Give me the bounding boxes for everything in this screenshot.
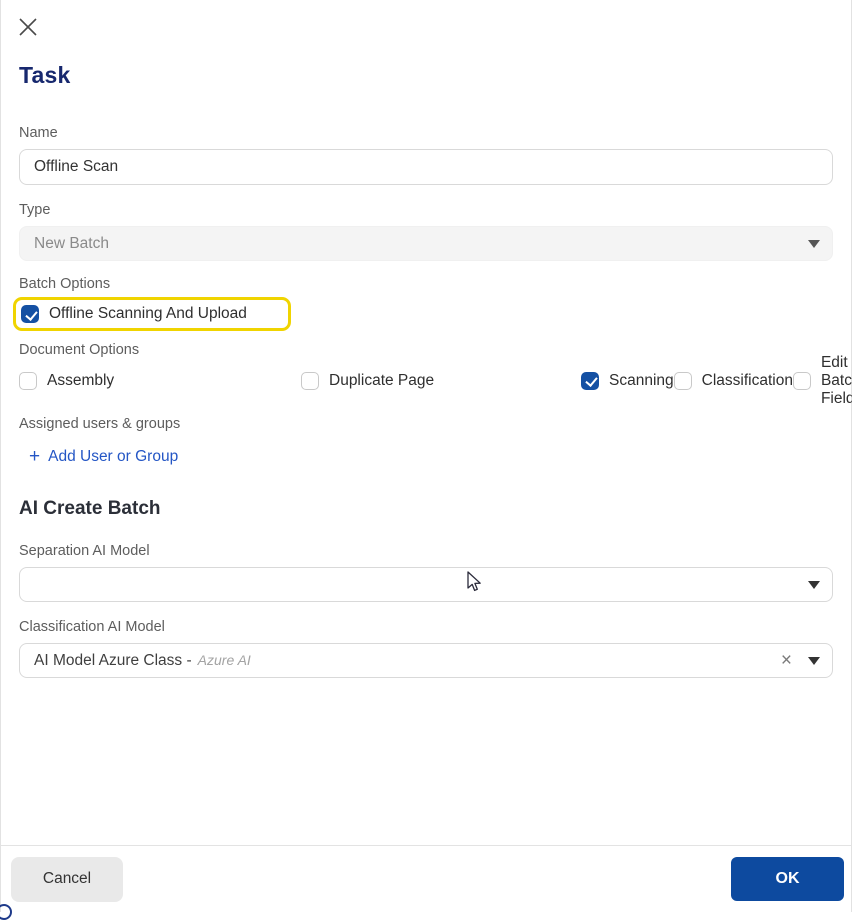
duplicate-page-label: Duplicate Page	[329, 371, 435, 389]
classification-ai-model-select[interactable]: AI Model Azure Class - Azure AI ×	[19, 643, 833, 678]
chevron-down-icon	[808, 239, 820, 248]
type-select[interactable]: New Batch	[19, 226, 833, 261]
separation-ai-model-label: Separation AI Model	[19, 543, 150, 559]
cancel-button[interactable]: Cancel	[11, 856, 123, 902]
batch-options-label: Batch Options	[19, 276, 111, 292]
ok-button[interactable]: OK	[731, 857, 844, 901]
batch-option-highlight: Offline Scanning And Upload	[13, 297, 291, 331]
chevron-down-icon	[808, 656, 820, 665]
classification-ai-model-label: Classification AI Model	[19, 619, 165, 635]
assembly-checkbox[interactable]	[19, 371, 37, 390]
scanning-label: Scanning	[609, 371, 674, 389]
separation-ai-model-select[interactable]	[19, 567, 833, 602]
clear-icon[interactable]: ×	[775, 651, 798, 670]
classification-ai-model-value: AI Model Azure Class - Azure AI	[34, 651, 251, 669]
doc-option-assembly: Assembly	[19, 367, 301, 394]
doc-option-edit-batch-fields: Edit Batch Fields	[792, 354, 852, 407]
edit-batch-fields-label: Edit Batch Fields	[820, 353, 852, 407]
offline-scanning-upload-checkbox[interactable]	[21, 305, 39, 323]
task-dialog: Task Name Type New Batch Batch Options O…	[1, 0, 852, 678]
duplicate-page-checkbox[interactable]	[301, 371, 319, 390]
background-window-corner	[0, 904, 12, 920]
type-label: Type	[19, 202, 51, 218]
assembly-label: Assembly	[47, 371, 115, 389]
scanning-checkbox[interactable]	[581, 371, 599, 390]
doc-option-scanning: Scanning	[581, 367, 674, 394]
plus-icon: +	[29, 446, 41, 467]
classification-label: Classification	[701, 371, 793, 389]
ai-create-batch-heading: AI Create Batch	[19, 498, 161, 519]
edit-batch-fields-checkbox[interactable]	[792, 371, 811, 390]
add-user-or-group-button[interactable]: + Add User or Group	[19, 447, 178, 466]
doc-option-duplicate-page: Duplicate Page	[301, 367, 581, 394]
chevron-down-icon	[808, 580, 820, 589]
doc-option-classification: Classification	[673, 367, 793, 394]
assigned-users-label: Assigned users & groups	[19, 416, 181, 432]
dialog-title: Task	[19, 62, 71, 88]
document-options-label: Document Options	[19, 342, 140, 358]
document-options-grid: Assembly Duplicate Page Scanning Classif…	[19, 354, 852, 407]
close-icon[interactable]	[17, 16, 41, 40]
classification-checkbox[interactable]	[673, 371, 692, 390]
name-label: Name	[19, 125, 58, 141]
offline-scanning-upload-label: Offline Scanning And Upload	[49, 305, 247, 322]
name-input[interactable]	[19, 149, 833, 185]
dialog-footer: Cancel OK	[0, 845, 851, 920]
offline-scanning-upload-row: Offline Scanning And Upload	[21, 305, 247, 323]
add-user-or-group-label: Add User or Group	[48, 447, 179, 465]
type-select-value: New Batch	[34, 234, 109, 252]
